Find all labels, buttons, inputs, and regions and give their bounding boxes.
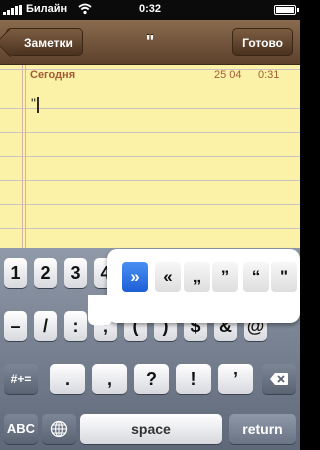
- key-1[interactable]: 1: [4, 258, 27, 288]
- margin-line: [25, 65, 26, 248]
- key-2[interactable]: 2: [34, 258, 57, 288]
- status-bar: Билайн 0:32: [0, 0, 300, 20]
- note-editor[interactable]: Сегодня 25 04 0:31 ": [0, 65, 300, 248]
- popup-tail: [88, 295, 112, 325]
- quote-variant-straight[interactable]: ": [271, 262, 297, 292]
- key-slash[interactable]: /: [34, 311, 57, 341]
- more-symbols-key[interactable]: #+=: [4, 364, 38, 394]
- backspace-key[interactable]: [262, 364, 296, 394]
- note-date: 25 04: [214, 69, 242, 81]
- status-time: 0:32: [138, 3, 162, 15]
- backspace-icon: [270, 373, 288, 385]
- key-comma[interactable]: ,: [92, 364, 127, 394]
- quote-variant-left-guillemet[interactable]: «: [155, 262, 181, 292]
- space-key[interactable]: space: [80, 414, 222, 444]
- back-button-label: Заметки: [24, 36, 73, 50]
- quote-variant-right-double[interactable]: ”: [212, 262, 238, 292]
- date-label: Сегодня: [30, 69, 76, 81]
- key-apostrophe[interactable]: ’: [218, 364, 253, 394]
- note-time: 0:31: [258, 69, 280, 81]
- note-body-text[interactable]: ": [31, 95, 36, 111]
- done-button[interactable]: Готово: [232, 28, 293, 56]
- key-question[interactable]: ?: [134, 364, 169, 394]
- note-title: ": [145, 32, 155, 52]
- key-period[interactable]: .: [50, 364, 85, 394]
- globe-icon: [50, 420, 68, 438]
- margin-line: [22, 65, 23, 248]
- quote-variant-right-guillemet[interactable]: »: [122, 262, 148, 292]
- key-colon[interactable]: :: [64, 311, 87, 341]
- battery-icon: [274, 5, 299, 15]
- abc-key[interactable]: ABC: [4, 414, 38, 444]
- key-exclamation[interactable]: !: [176, 364, 211, 394]
- navigation-bar: Заметки " Готово: [0, 20, 300, 65]
- quote-variant-low-double[interactable]: „: [184, 262, 210, 292]
- key-3[interactable]: 3: [64, 258, 87, 288]
- return-key[interactable]: return: [229, 414, 296, 444]
- quote-variant-left-double[interactable]: “: [243, 262, 269, 292]
- back-button[interactable]: Заметки: [6, 28, 83, 56]
- globe-key[interactable]: [42, 414, 76, 444]
- key-dash[interactable]: –: [4, 311, 27, 341]
- text-cursor: [37, 97, 39, 113]
